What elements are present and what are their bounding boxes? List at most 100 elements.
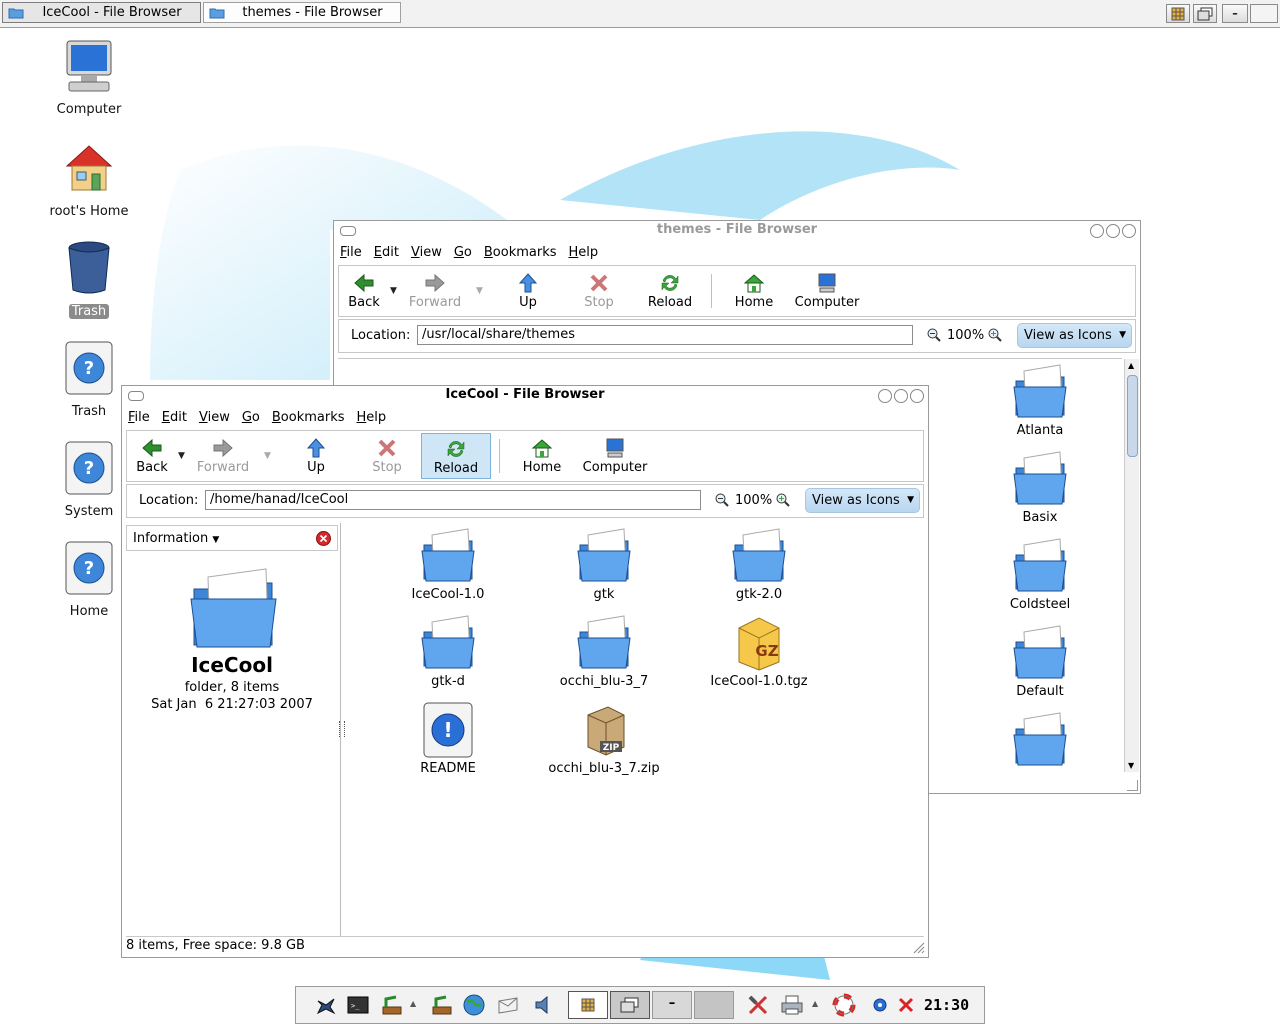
up-button[interactable]: Up [283, 433, 349, 479]
empty-button[interactable] [1250, 4, 1278, 23]
scrollbar-thumb[interactable] [1127, 375, 1138, 457]
show-desktop-button[interactable] [610, 991, 650, 1019]
menu-go[interactable]: Go [454, 245, 472, 260]
scroll-down-icon[interactable]: ▼ [1128, 761, 1134, 770]
file-item-readme[interactable]: ! README [383, 701, 513, 776]
menu-view[interactable]: View [199, 410, 230, 425]
back-history-arrow[interactable]: ▼ [390, 286, 397, 296]
sidebar-type-select[interactable]: Information ▼ [133, 531, 219, 546]
record-icon[interactable] [868, 993, 892, 1017]
menu-help[interactable]: Help [569, 245, 599, 260]
maximize-button[interactable] [894, 389, 908, 403]
menu-bookmarks[interactable]: Bookmarks [484, 245, 557, 260]
window-menu-button[interactable] [128, 391, 144, 401]
menu-bookmarks[interactable]: Bookmarks [272, 410, 345, 425]
file-item-gtk-2-0[interactable]: gtk-2.0 [694, 527, 824, 602]
reload-button[interactable]: Reload [637, 268, 703, 314]
file-item-gtk[interactable]: gtk [539, 527, 669, 602]
lifebuoy-icon[interactable] [832, 993, 856, 1017]
file-item-default[interactable]: Default [975, 624, 1105, 699]
zoom-out-icon[interactable] [927, 328, 941, 342]
window-list-button[interactable] [568, 991, 608, 1019]
window-menu-button[interactable] [340, 226, 356, 236]
clock[interactable]: 21:30 [924, 996, 969, 1014]
back-button[interactable]: Back [119, 433, 185, 479]
network-icon[interactable] [380, 993, 404, 1017]
forward-button[interactable]: Forward [402, 268, 468, 314]
zoom-in-icon[interactable] [776, 493, 790, 507]
file-item-basix[interactable]: Basix [975, 450, 1105, 525]
taskbar-item-themes[interactable]: themes - File Browser [203, 2, 401, 23]
menu-help[interactable]: Help [357, 410, 387, 425]
maximize-button[interactable] [1106, 224, 1120, 238]
file-item-icecool-tgz[interactable]: GZ IceCool-1.0.tgz [694, 614, 824, 689]
file-item-folder[interactable] [975, 711, 1105, 769]
menu-view[interactable]: View [411, 245, 442, 260]
zoom-level[interactable]: 100% [947, 328, 984, 343]
menu-go[interactable]: Go [242, 410, 260, 425]
up-button[interactable]: Up [495, 268, 561, 314]
zoom-level[interactable]: 100% [735, 493, 772, 508]
location-input[interactable]: /home/hanad/IceCool [205, 490, 701, 510]
zoom-out-icon[interactable] [715, 493, 729, 507]
computer-button[interactable]: Computer [787, 268, 867, 314]
vertical-scrollbar[interactable]: ▲ ▼ [1124, 359, 1139, 772]
home-button[interactable]: Home [509, 433, 575, 479]
forward-history-arrow[interactable]: ▼ [264, 451, 271, 461]
desktop-icon-trash[interactable]: Trash [34, 240, 144, 319]
forward-button[interactable]: Forward [190, 433, 256, 479]
window-list-button[interactable] [1166, 4, 1190, 23]
show-desktop-button[interactable] [1193, 4, 1217, 23]
terminal-icon[interactable]: >_ [346, 993, 370, 1017]
start-menu-icon[interactable] [314, 993, 338, 1017]
close-sidebar-icon[interactable] [316, 531, 331, 546]
file-item-label: gtk [593, 587, 615, 602]
speaker-icon[interactable] [532, 993, 556, 1017]
desktop-icon-computer[interactable]: Computer [34, 38, 144, 117]
menu-file[interactable]: File [340, 245, 362, 260]
menu-edit[interactable]: Edit [162, 410, 187, 425]
close-button[interactable] [1122, 224, 1136, 238]
logout-icon[interactable] [894, 993, 918, 1017]
zoom-in-icon[interactable] [988, 328, 1002, 342]
expand-arrow-icon[interactable]: ▲ [410, 999, 416, 1008]
stop-button[interactable]: Stop [354, 433, 420, 479]
menu-edit[interactable]: Edit [374, 245, 399, 260]
resize-grip-icon[interactable] [913, 942, 925, 954]
expand-arrow-icon[interactable]: ▲ [812, 999, 818, 1008]
close-button[interactable] [910, 389, 924, 403]
taskbar-item-icecool[interactable]: IceCool - File Browser [2, 2, 201, 23]
computer-button[interactable]: Computer [575, 433, 655, 479]
scroll-up-icon[interactable]: ▲ [1128, 361, 1134, 370]
file-item-occhi-blu[interactable]: occhi_blu-3_7 [539, 614, 669, 689]
minimize-button[interactable] [878, 389, 892, 403]
network-2-icon[interactable] [430, 993, 454, 1017]
file-item-icecool-1-0[interactable]: IceCool-1.0 [383, 527, 513, 602]
view-as-select[interactable]: View as Icons ▼ [1017, 323, 1132, 348]
resize-grip[interactable] [1127, 780, 1138, 791]
forward-history-arrow[interactable]: ▼ [476, 286, 483, 296]
minimize-all-button[interactable]: – [652, 991, 692, 1019]
file-item-atlanta[interactable]: Atlanta [975, 363, 1105, 438]
title-bar[interactable]: themes - File Browser [334, 221, 1140, 241]
file-item-coldsteel[interactable]: Coldsteel [975, 537, 1105, 612]
file-item-gtk-d[interactable]: gtk-d [383, 614, 513, 689]
back-history-arrow[interactable]: ▼ [178, 451, 185, 461]
title-bar[interactable]: IceCool - File Browser [122, 386, 928, 406]
reload-button[interactable]: Reload [421, 433, 491, 479]
printer-icon[interactable] [780, 993, 804, 1017]
view-as-select[interactable]: View as Icons ▼ [805, 488, 920, 513]
mail-icon[interactable] [496, 993, 520, 1017]
empty-slot[interactable] [694, 991, 734, 1019]
location-input[interactable]: /usr/local/share/themes [417, 325, 913, 345]
desktop-icon-root-home[interactable]: root's Home [34, 140, 144, 219]
globe-icon[interactable] [462, 993, 486, 1017]
minimize-button[interactable]: – [1222, 4, 1248, 23]
back-button[interactable]: Back [331, 268, 397, 314]
minimize-button[interactable] [1090, 224, 1104, 238]
menu-file[interactable]: File [128, 410, 150, 425]
file-item-occhi-zip[interactable]: ZIP occhi_blu-3_7.zip [539, 701, 669, 776]
stop-button[interactable]: Stop [566, 268, 632, 314]
tools-icon[interactable] [746, 993, 770, 1017]
home-button[interactable]: Home [721, 268, 787, 314]
